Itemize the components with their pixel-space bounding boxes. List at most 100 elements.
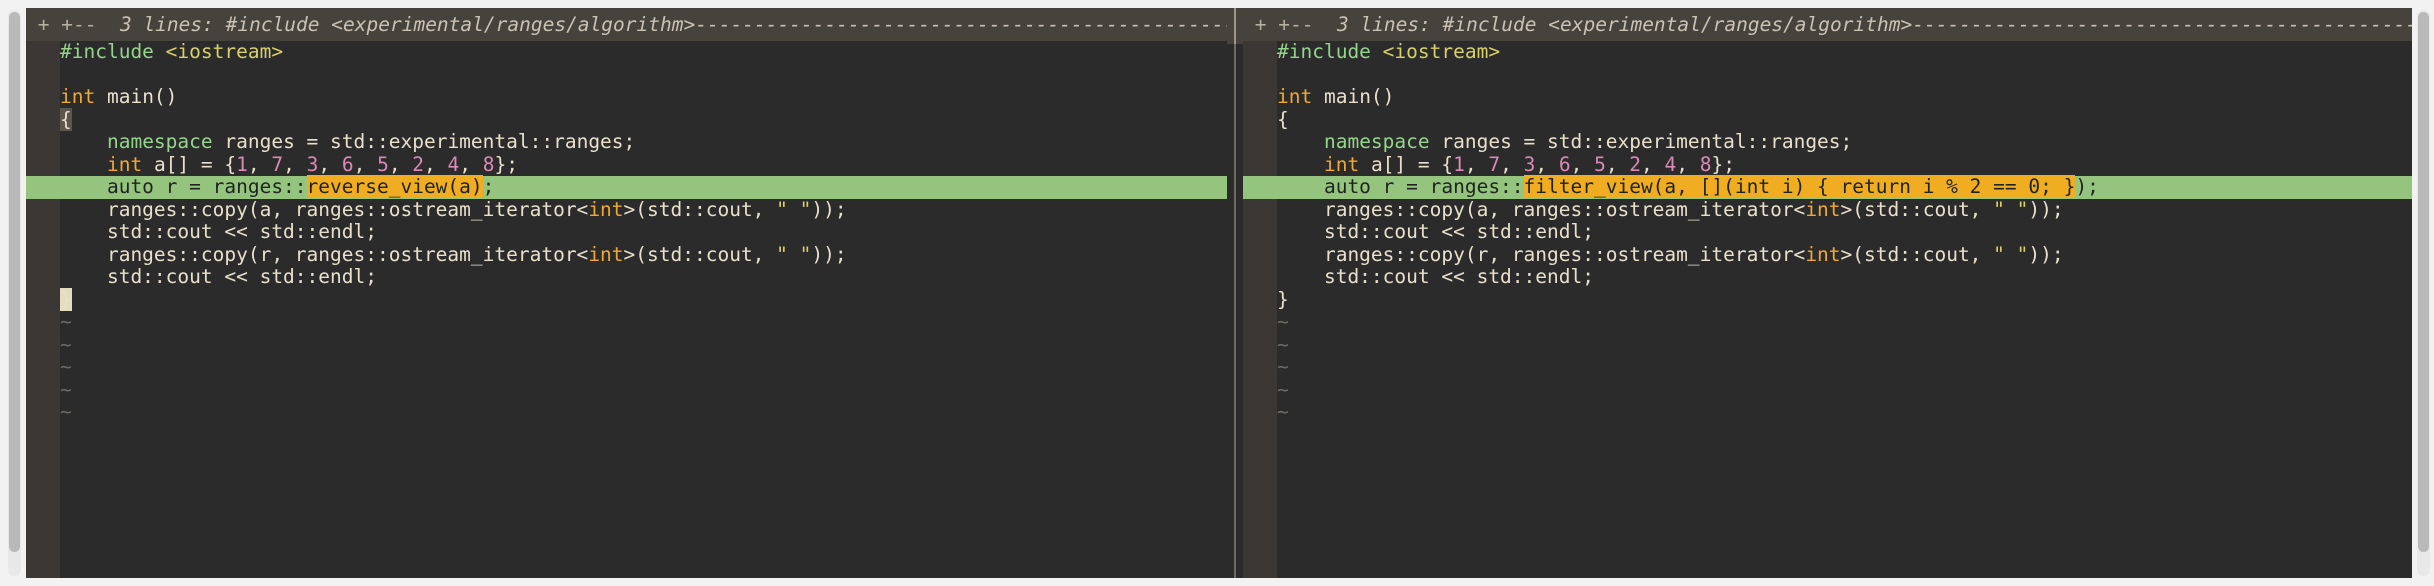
code-line[interactable]: } bbox=[26, 289, 1227, 312]
scrollbar-thumb-right[interactable] bbox=[2418, 12, 2429, 552]
code-token: ranges::copy(a, ranges::ostream_iterator… bbox=[1277, 198, 1805, 221]
code-token: 6 bbox=[342, 153, 354, 176]
code-line[interactable]: int main() bbox=[1243, 86, 2412, 109]
code-token: int bbox=[1805, 198, 1840, 221]
code-line[interactable] bbox=[1243, 64, 2412, 87]
code-token: , bbox=[459, 153, 482, 176]
code-token: 8 bbox=[483, 153, 495, 176]
code-token: std::cout << std::endl; bbox=[1277, 220, 1594, 243]
code-token: , bbox=[318, 153, 341, 176]
code-token: " " bbox=[1993, 198, 2028, 221]
code-line[interactable]: } bbox=[1243, 289, 2412, 312]
fold-header-left[interactable]: + +-- 3 lines: #include <experimental/ra… bbox=[26, 8, 1227, 41]
code-line[interactable]: { bbox=[1243, 109, 2412, 132]
code-line[interactable]: auto r = ranges::filter_view(a, [](int i… bbox=[1243, 176, 2412, 199]
code-token: )); bbox=[811, 198, 846, 221]
cursor-block: } bbox=[60, 288, 72, 311]
code-token: , bbox=[248, 153, 271, 176]
search-match: reverse_view(a) bbox=[307, 175, 483, 198]
code-line[interactable]: std::cout << std::endl; bbox=[26, 221, 1227, 244]
code-token: , bbox=[1606, 153, 1629, 176]
code-token: <iostream> bbox=[166, 40, 283, 63]
empty-line-marker: ~ bbox=[1243, 356, 2412, 379]
code-token: >(std::cout, bbox=[1841, 243, 1994, 266]
code-token: , bbox=[389, 153, 412, 176]
fold-label-left: 3 lines: #include <experimental/ranges/a… bbox=[96, 13, 695, 36]
code-line[interactable]: ranges::copy(r, ranges::ostream_iterator… bbox=[1243, 244, 2412, 267]
code-line[interactable]: #include <iostream> bbox=[26, 41, 1227, 64]
vertical-scrollbar-left[interactable] bbox=[8, 10, 21, 576]
code-line[interactable]: int a[] = {1, 7, 3, 6, 5, 2, 4, 8}; bbox=[26, 154, 1227, 177]
code-token: int bbox=[1277, 85, 1312, 108]
code-token: , bbox=[1535, 153, 1558, 176]
code-token: 4 bbox=[1665, 153, 1677, 176]
window-separator bbox=[1227, 8, 1243, 578]
code-token: 3 bbox=[307, 153, 319, 176]
code-line[interactable]: { bbox=[26, 109, 1227, 132]
code-line[interactable]: namespace ranges = std::experimental::ra… bbox=[1243, 131, 2412, 154]
empty-line-marker: ~ bbox=[1243, 379, 2412, 402]
code-token: , bbox=[1641, 153, 1664, 176]
code-token: , bbox=[1571, 153, 1594, 176]
code-token: int bbox=[60, 85, 95, 108]
code-token: " " bbox=[1993, 243, 2028, 266]
code-token: auto r = ranges:: bbox=[60, 175, 307, 198]
code-line[interactable]: std::cout << std::endl; bbox=[26, 266, 1227, 289]
code-token: std::cout << std::endl; bbox=[60, 220, 377, 243]
code-token: " " bbox=[776, 198, 811, 221]
code-line[interactable]: int main() bbox=[26, 86, 1227, 109]
code-token: , bbox=[283, 153, 306, 176]
fold-label-right: 3 lines: #include <experimental/ranges/a… bbox=[1313, 13, 1912, 36]
code-token: a[] = { bbox=[142, 153, 236, 176]
code-line[interactable]: #include <iostream> bbox=[1243, 41, 2412, 64]
code-line[interactable]: std::cout << std::endl; bbox=[1243, 266, 2412, 289]
code-line[interactable]: ranges::copy(a, ranges::ostream_iterator… bbox=[1243, 199, 2412, 222]
code-token: >(std::cout, bbox=[624, 198, 777, 221]
code-token: main() bbox=[95, 85, 177, 108]
empty-line-marker: ~ bbox=[26, 379, 1227, 402]
code-line[interactable]: namespace ranges = std::experimental::ra… bbox=[26, 131, 1227, 154]
code-line[interactable] bbox=[26, 64, 1227, 87]
code-token: ranges = std::experimental::ranges; bbox=[1430, 130, 1853, 153]
code-token: }; bbox=[1712, 153, 1735, 176]
editor-pane-left[interactable]: + +-- 3 lines: #include <experimental/ra… bbox=[26, 8, 1227, 578]
code-token: 2 bbox=[412, 153, 424, 176]
code-line[interactable]: ranges::copy(r, ranges::ostream_iterator… bbox=[26, 244, 1227, 267]
fold-fill-dashes: ----------------------------------------… bbox=[695, 13, 1227, 36]
empty-line-marker: ~ bbox=[1243, 401, 2412, 424]
code-token: auto r = ranges:: bbox=[1277, 175, 1524, 198]
code-token: , bbox=[1676, 153, 1699, 176]
code-token: )); bbox=[811, 243, 846, 266]
empty-line-marker: ~ bbox=[26, 334, 1227, 357]
code-token: 7 bbox=[271, 153, 283, 176]
code-token: #include bbox=[60, 40, 166, 63]
editor-pane-right[interactable]: + +-- 3 lines: #include <experimental/ra… bbox=[1243, 8, 2412, 578]
search-match: filter_view(a, [](int i) { return i % 2 … bbox=[1524, 175, 2076, 198]
code-token: , bbox=[1465, 153, 1488, 176]
code-token: int bbox=[1324, 153, 1359, 176]
code-token: }; bbox=[495, 153, 518, 176]
fold-header-right[interactable]: + +-- 3 lines: #include <experimental/ra… bbox=[1243, 8, 2412, 41]
matching-brace: { bbox=[60, 108, 72, 131]
code-line[interactable]: auto r = ranges::reverse_view(a); bbox=[26, 176, 1227, 199]
vertical-scrollbar-right[interactable] bbox=[2417, 10, 2430, 576]
code-token: )); bbox=[2028, 198, 2063, 221]
fold-sign-icon: + bbox=[1243, 13, 1278, 36]
code-token: { bbox=[1277, 108, 1289, 131]
code-token: int bbox=[107, 153, 142, 176]
code-lines-left: + +-- 3 lines: #include <experimental/ra… bbox=[26, 8, 1227, 578]
code-line[interactable]: std::cout << std::endl; bbox=[1243, 221, 2412, 244]
code-token: >(std::cout, bbox=[624, 243, 777, 266]
code-token: std::cout << std::endl; bbox=[1277, 265, 1594, 288]
code-line[interactable]: ranges::copy(a, ranges::ostream_iterator… bbox=[26, 199, 1227, 222]
code-lines-right: + +-- 3 lines: #include <experimental/ra… bbox=[1243, 8, 2412, 578]
code-token: namespace bbox=[107, 130, 213, 153]
code-token: ); bbox=[2075, 175, 2098, 198]
code-token: 1 bbox=[236, 153, 248, 176]
scrollbar-thumb-left[interactable] bbox=[9, 12, 20, 552]
vim-split-window: + +-- 3 lines: #include <experimental/ra… bbox=[0, 0, 2434, 586]
code-token: 4 bbox=[448, 153, 460, 176]
vim-editor-area: + +-- 3 lines: #include <experimental/ra… bbox=[26, 8, 2412, 578]
code-token: std::cout << std::endl; bbox=[60, 265, 377, 288]
code-line[interactable]: int a[] = {1, 7, 3, 6, 5, 2, 4, 8}; bbox=[1243, 154, 2412, 177]
